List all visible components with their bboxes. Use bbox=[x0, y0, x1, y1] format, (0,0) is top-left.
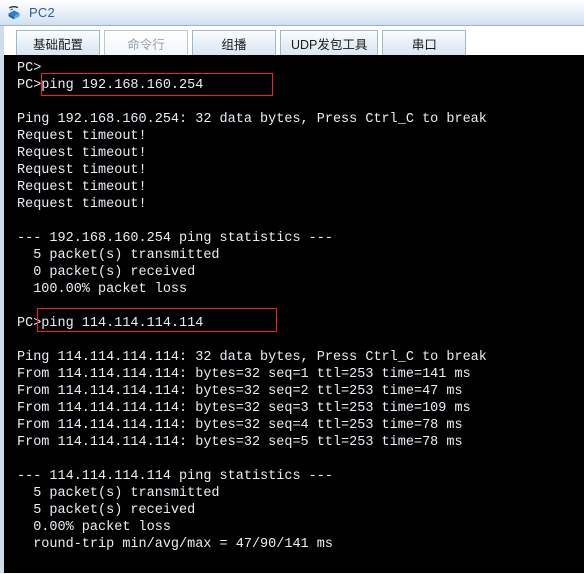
title-bar: PC2 bbox=[0, 0, 584, 26]
terminal-line: 5 packet(s) received bbox=[17, 503, 196, 518]
terminal-line: Request timeout! bbox=[17, 129, 147, 144]
window-title: PC2 bbox=[29, 5, 55, 20]
tab-basic-config[interactable]: 基础配置 bbox=[16, 30, 100, 55]
terminal-line: 5 packet(s) transmitted bbox=[17, 486, 220, 501]
terminal-line: Ping 192.168.160.254: 32 data bytes, Pre… bbox=[17, 112, 487, 127]
terminal-panel: PC> PC>ping 192.168.160.254 Ping 192.168.… bbox=[0, 55, 584, 573]
tab-multicast[interactable]: 组播 bbox=[192, 30, 276, 55]
terminal-line: 0.00% packet loss bbox=[17, 520, 171, 535]
tab-udp-tool[interactable]: UDP发包工具 bbox=[280, 30, 379, 55]
terminal-line: From 114.114.114.114: bytes=32 seq=5 ttl… bbox=[17, 435, 463, 450]
terminal-line: round-trip min/avg/max = 47/90/141 ms bbox=[17, 537, 333, 552]
terminal-line: Ping 114.114.114.114: 32 data bytes, Pre… bbox=[17, 350, 487, 365]
terminal-line: From 114.114.114.114: bytes=32 seq=3 ttl… bbox=[17, 401, 471, 416]
terminal-line: --- 192.168.160.254 ping statistics --- bbox=[17, 231, 333, 246]
terminal-line: PC>ping 192.168.160.254 bbox=[17, 78, 204, 93]
terminal-line: From 114.114.114.114: bytes=32 seq=4 ttl… bbox=[17, 418, 463, 433]
terminal-line: PC> bbox=[17, 61, 42, 76]
terminal-line: Request timeout! bbox=[17, 146, 147, 161]
tab-command-line[interactable]: 命令行 bbox=[104, 30, 188, 55]
terminal-line: Request timeout! bbox=[17, 163, 147, 178]
terminal-line: 100.00% packet loss bbox=[17, 282, 188, 297]
terminal-output[interactable]: PC> PC>ping 192.168.160.254 Ping 192.168.… bbox=[4, 55, 584, 573]
terminal-line: PC>ping 114.114.114.114 bbox=[17, 316, 204, 331]
terminal-line: Request timeout! bbox=[17, 197, 147, 212]
pc-host-icon bbox=[6, 4, 24, 22]
terminal-line: 5 packet(s) transmitted bbox=[17, 248, 220, 263]
terminal-line: From 114.114.114.114: bytes=32 seq=1 ttl… bbox=[17, 367, 471, 382]
tab-bar: 基础配置 命令行 组播 UDP发包工具 串口 bbox=[0, 26, 584, 55]
pc2-window: PC2 基础配置 命令行 组播 UDP发包工具 串口 PC> PC>ping 19… bbox=[0, 0, 584, 574]
terminal-line: Request timeout! bbox=[17, 180, 147, 195]
terminal-line: From 114.114.114.114: bytes=32 seq=2 ttl… bbox=[17, 384, 463, 399]
tab-serial-port[interactable]: 串口 bbox=[382, 30, 467, 55]
terminal-line: --- 114.114.114.114 ping statistics --- bbox=[17, 469, 333, 484]
terminal-line: 0 packet(s) received bbox=[17, 265, 196, 280]
